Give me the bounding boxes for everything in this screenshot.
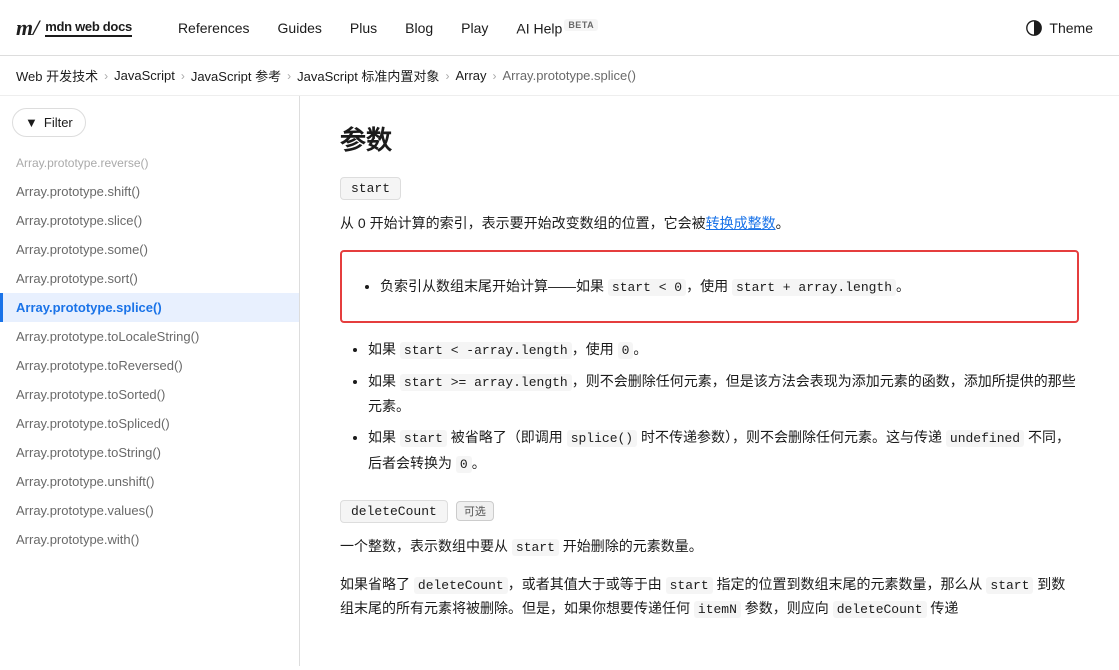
sidebar-item[interactable]: Array.prototype.reverse() <box>0 149 299 177</box>
sidebar-item[interactable]: Array.prototype.toLocaleString() <box>0 322 299 351</box>
breadcrumb-js-ref[interactable]: JavaScript 参考 <box>191 66 281 85</box>
nav-plus[interactable]: Plus <box>336 12 391 44</box>
logo-area[interactable]: m/ mdn web docs <box>16 15 132 41</box>
nav-references[interactable]: References <box>164 12 264 44</box>
breadcrumb-sep-5: › <box>493 69 497 83</box>
breadcrumb: Web 开发技术 › JavaScript › JavaScript 参考 › … <box>0 56 1119 96</box>
beta-badge: BETA <box>564 19 598 31</box>
param-name-deletecount-row: deleteCount 可选 <box>340 500 1079 523</box>
theme-label: Theme <box>1049 20 1093 36</box>
bullet-2: 如果 start >= array.length，则不会删除任何元素，但是该方法… <box>368 369 1079 420</box>
sidebar: ▼ Filter Array.prototype.reverse() Array… <box>0 96 300 666</box>
nav-ai-help[interactable]: AI HelpBETA <box>502 11 612 45</box>
filter-label: Filter <box>44 115 73 130</box>
sidebar-item[interactable]: Array.prototype.toReversed() <box>0 351 299 380</box>
sidebar-item[interactable]: Array.prototype.slice() <box>0 206 299 235</box>
logo-m-icon: m/ <box>16 15 39 41</box>
logo-text: mdn web docs <box>45 19 132 37</box>
breadcrumb-js-builtin[interactable]: JavaScript 标准内置对象 <box>297 66 439 85</box>
main-layout: ▼ Filter Array.prototype.reverse() Array… <box>0 96 1119 666</box>
highlighted-list: 负索引从数组末尾开始计算——如果 start < 0，使用 start + ar… <box>360 274 1059 299</box>
top-nav: m/ mdn web docs References Guides Plus B… <box>0 0 1119 56</box>
sidebar-item[interactable]: Array.prototype.some() <box>0 235 299 264</box>
param-start-desc: 从 0 开始计算的索引，表示要开始改变数组的位置，它会被转换成整数。 <box>340 212 1079 236</box>
filter-icon: ▼ <box>25 115 38 130</box>
highlighted-box: 负索引从数组末尾开始计算——如果 start < 0，使用 start + ar… <box>340 250 1079 323</box>
param-deletecount: deleteCount 可选 一个整数，表示数组中要从 start 开始删除的元… <box>340 500 1079 621</box>
nav-play[interactable]: Play <box>447 12 502 44</box>
nav-links: References Guides Plus Blog Play AI Help… <box>164 11 991 45</box>
highlight-item: 负索引从数组末尾开始计算——如果 start < 0，使用 start + ar… <box>380 274 1059 299</box>
bullet-3: 如果 start 被省略了（即调用 splice() 时不传递参数），则不会删除… <box>368 425 1079 476</box>
start-bullet-list: 如果 start < -array.length，使用 0。 如果 start … <box>340 337 1079 476</box>
breadcrumb-sep-2: › <box>181 69 185 83</box>
sidebar-item[interactable]: Array.prototype.values() <box>0 496 299 525</box>
sidebar-item[interactable]: Array.prototype.with() <box>0 525 299 554</box>
param-name-deletecount: deleteCount <box>340 500 448 523</box>
breadcrumb-web[interactable]: Web 开发技术 <box>16 66 98 85</box>
breadcrumb-array[interactable]: Array <box>455 68 486 83</box>
param-name-start: start <box>340 177 401 200</box>
bullet-1: 如果 start < -array.length，使用 0。 <box>368 337 1079 362</box>
breadcrumb-current: Array.prototype.splice() <box>503 68 636 83</box>
sidebar-item[interactable]: Array.prototype.sort() <box>0 264 299 293</box>
theme-icon <box>1025 19 1043 37</box>
sidebar-item[interactable]: Array.prototype.toSpliced() <box>0 409 299 438</box>
filter-button[interactable]: ▼ Filter <box>12 108 86 137</box>
theme-button[interactable]: Theme <box>1015 13 1103 43</box>
sidebar-item[interactable]: Array.prototype.toSorted() <box>0 380 299 409</box>
breadcrumb-sep-1: › <box>104 69 108 83</box>
sidebar-item[interactable]: Array.prototype.shift() <box>0 177 299 206</box>
sidebar-item[interactable]: Array.prototype.toString() <box>0 438 299 467</box>
section-title: 参数 <box>340 120 1079 157</box>
breadcrumb-sep-4: › <box>445 69 449 83</box>
sidebar-item[interactable]: Array.prototype.unshift() <box>0 467 299 496</box>
param-deletecount-desc1: 一个整数，表示数组中要从 start 开始删除的元素数量。 <box>340 535 1079 559</box>
sidebar-item-active[interactable]: Array.prototype.splice() <box>0 293 299 322</box>
breadcrumb-sep-3: › <box>287 69 291 83</box>
optional-badge: 可选 <box>456 501 494 521</box>
breadcrumb-js[interactable]: JavaScript <box>114 68 175 83</box>
param-deletecount-desc2: 如果省略了 deleteCount，或者其值大于或等于由 start 指定的位置… <box>340 573 1079 621</box>
param-start: start 从 0 开始计算的索引，表示要开始改变数组的位置，它会被转换成整数。… <box>340 177 1079 476</box>
nav-guides[interactable]: Guides <box>264 12 336 44</box>
convert-to-int-link[interactable]: 转换成整数 <box>706 215 776 231</box>
content-area: 参数 start 从 0 开始计算的索引，表示要开始改变数组的位置，它会被转换成… <box>300 96 1119 666</box>
nav-blog[interactable]: Blog <box>391 12 447 44</box>
